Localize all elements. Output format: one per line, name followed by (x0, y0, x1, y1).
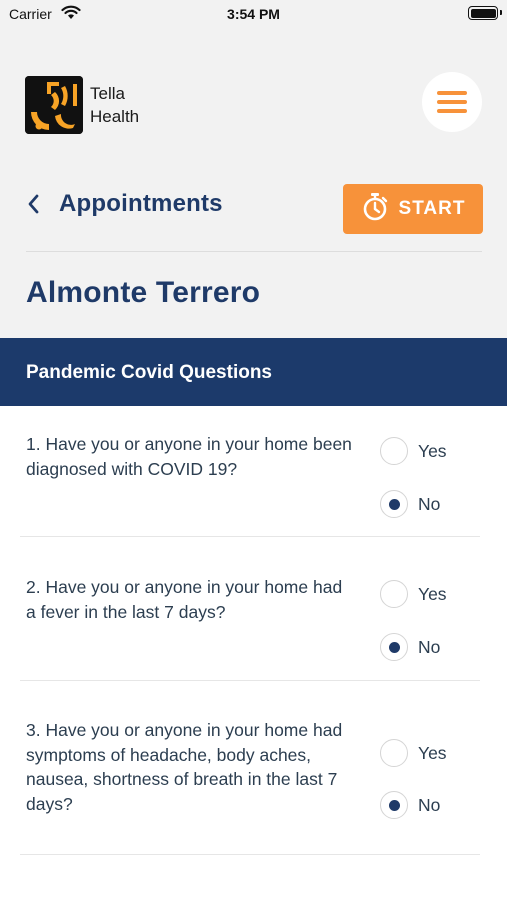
question-divider (20, 854, 480, 855)
radio-selected-dot (388, 641, 400, 653)
option-label: Yes (418, 583, 447, 604)
battery-tip (500, 10, 502, 15)
radio-no-selected[interactable] (380, 490, 408, 518)
radio-yes[interactable] (380, 437, 408, 465)
option-label: No (418, 636, 441, 657)
battery-icon (468, 6, 498, 20)
section-title: Pandemic Covid Questions (26, 362, 272, 383)
option-no[interactable]: No (380, 791, 440, 819)
question-text: 2. Have you or anyone in your home had a… (26, 577, 343, 622)
radio-no-selected[interactable] (380, 633, 408, 661)
option-yes[interactable]: Yes (380, 580, 447, 608)
option-no[interactable]: No (380, 633, 440, 661)
option-yes[interactable]: Yes (380, 437, 447, 465)
radio-no-selected[interactable] (380, 791, 408, 819)
app-header: Tella Health Appointments START Almonte … (0, 30, 507, 338)
option-label: Yes (418, 742, 447, 763)
status-time: 3:54 PM (227, 6, 280, 22)
option-label: No (418, 493, 441, 514)
question-item: 3. Have you or anyone in your home had s… (0, 680, 507, 855)
option-label: Yes (418, 440, 447, 461)
radio-selected-dot (388, 799, 400, 811)
hamburger-icon (437, 91, 467, 95)
chevron-left-icon (20, 191, 46, 217)
tella-health-logo-icon (25, 76, 83, 134)
radio-yes[interactable] (380, 739, 408, 767)
section-banner: Pandemic Covid Questions (0, 338, 507, 406)
menu-button[interactable] (422, 72, 482, 132)
header-divider (26, 251, 482, 252)
start-button-label: START (398, 198, 466, 219)
radio-yes[interactable] (380, 580, 408, 608)
hamburger-icon-line (437, 109, 467, 113)
option-label: No (418, 794, 441, 815)
back-to-appointments[interactable]: Appointments (20, 190, 223, 218)
logo-wordmark: Tella Health (90, 82, 139, 128)
patient-name: Almonte Terrero (26, 276, 261, 309)
option-no[interactable]: No (380, 490, 440, 518)
page-title: Appointments (59, 190, 223, 217)
start-button[interactable]: START (343, 184, 483, 234)
logo-line-1: Tella (90, 84, 125, 103)
option-yes[interactable]: Yes (380, 739, 447, 767)
question-item: 1. Have you or anyone in your home been … (0, 406, 507, 537)
logo-line-2: Health (90, 107, 140, 126)
status-bar: Carrier 3:54 PM (0, 0, 507, 30)
radio-selected-dot (388, 498, 400, 510)
hamburger-icon-line (437, 100, 467, 104)
question-item: 2. Have you or anyone in your home had a… (0, 537, 507, 681)
question-text: 1. Have you or anyone in your home been … (26, 434, 352, 479)
question-text: 3. Have you or anyone in your home had s… (26, 720, 343, 814)
stopwatch-icon (361, 192, 389, 227)
